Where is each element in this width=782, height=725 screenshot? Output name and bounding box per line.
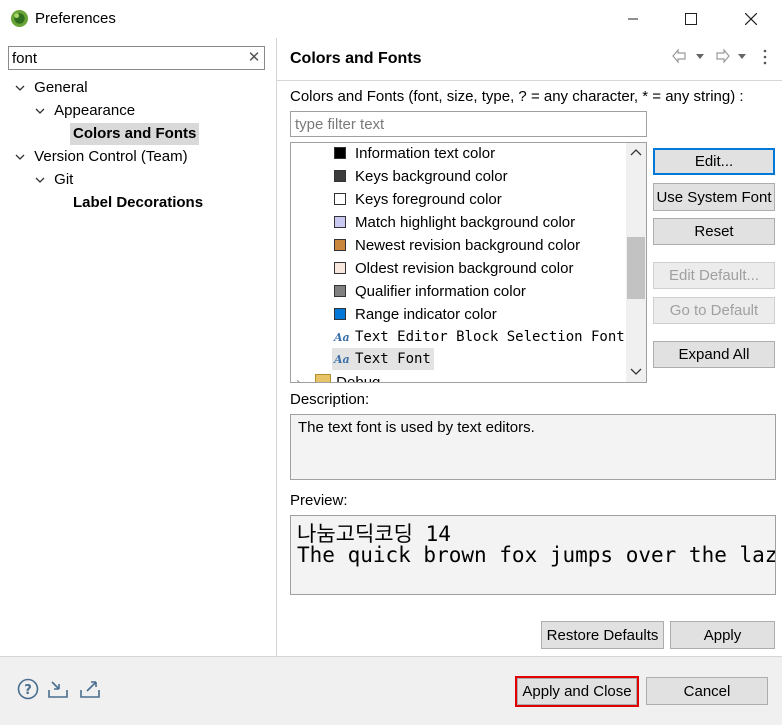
export-icon[interactable] (79, 678, 101, 700)
eclipse-app-icon (10, 9, 29, 28)
color-swatch-icon (334, 193, 346, 205)
chevron-down-icon (15, 85, 25, 91)
restore-defaults-button[interactable]: Restore Defaults (541, 621, 664, 649)
chevron-down-icon (15, 154, 25, 160)
tree-item-label: Git (54, 171, 74, 188)
color-swatch-icon (334, 239, 346, 251)
scroll-down-icon[interactable] (629, 367, 643, 377)
minimize-button[interactable] (610, 4, 656, 34)
description-text: The text font is used by text editors. (298, 419, 535, 436)
forward-menu-chevron-icon[interactable] (736, 50, 748, 62)
go-to-default-button[interactable]: Go to Default (653, 297, 775, 324)
clear-filter-icon[interactable]: ✕ (245, 48, 263, 68)
window-title: Preferences (35, 10, 116, 27)
chevron-down-icon (35, 177, 45, 183)
tree-item-label: Label Decorations (73, 194, 204, 211)
minimize-icon (628, 18, 638, 20)
list-item-label: Text Font (355, 351, 431, 367)
preference-filter-input[interactable] (8, 46, 265, 70)
svg-text:?: ? (24, 683, 32, 698)
edit-button[interactable]: Edit... (653, 148, 775, 175)
list-item-keys-background-color[interactable]: Keys background color (334, 166, 508, 188)
type-filter-placeholder: type filter text (295, 116, 385, 133)
more-options-icon[interactable] (760, 48, 770, 66)
close-window-button[interactable] (728, 4, 774, 34)
description-label: Description: (290, 391, 370, 408)
list-item-label: Keys foreground color (355, 191, 502, 208)
cancel-button[interactable]: Cancel (646, 677, 768, 705)
list-item-block-selection-font[interactable]: Aa Text Editor Block Selection Font (334, 326, 625, 348)
list-item-label: Debug (336, 374, 380, 382)
list-item-label: Range indicator color (355, 306, 497, 323)
tree-item-version-control[interactable]: Version Control (Team) (14, 146, 188, 168)
apply-and-close-highlight (515, 676, 639, 707)
back-menu-chevron-icon[interactable] (694, 50, 706, 62)
tree-item-label: Version Control (Team) (34, 148, 188, 165)
help-icon[interactable]: ? (17, 678, 39, 700)
list-item-label: Match highlight background color (355, 214, 576, 231)
tree-item-appearance[interactable]: Appearance (34, 100, 135, 122)
maximize-icon (685, 13, 697, 25)
forward-arrow-icon[interactable] (714, 48, 730, 64)
apply-button[interactable]: Apply (670, 621, 775, 649)
tree-item-git[interactable]: Git (34, 169, 73, 191)
back-arrow-icon[interactable] (672, 48, 688, 64)
font-icon: Aa (334, 331, 350, 344)
list-item-range-indicator-color[interactable]: Range indicator color (334, 304, 497, 326)
use-system-font-button[interactable]: Use System Font (653, 183, 775, 211)
reset-button[interactable]: Reset (653, 218, 775, 245)
filter-description: Colors and Fonts (font, size, type, ? = … (290, 88, 744, 105)
list-item-match-highlight-color[interactable]: Match highlight background color (334, 212, 575, 234)
maximize-button[interactable] (668, 4, 714, 34)
tree-item-label: Colors and Fonts (73, 125, 197, 142)
color-swatch-icon (334, 147, 346, 159)
list-item-label: Keys background color (355, 168, 508, 185)
list-item-label: Newest revision background color (355, 237, 581, 254)
page-title: Colors and Fonts (290, 50, 422, 67)
color-swatch-icon (334, 216, 346, 228)
preview-line-2: The quick brown fox jumps over the lazy … (297, 543, 775, 567)
folder-icon (315, 374, 332, 382)
list-item-text-font[interactable]: Aa Text Font (332, 348, 434, 370)
list-item-label: Text Editor Block Selection Font (355, 329, 625, 345)
tree-item-general[interactable]: General (14, 77, 88, 99)
list-item-keys-foreground-color[interactable]: Keys foreground color (334, 189, 502, 211)
tree-item-label-decorations[interactable]: Label Decorations (73, 192, 203, 214)
list-item-debug-folder[interactable]: › Debug (296, 372, 616, 382)
color-swatch-icon (334, 262, 346, 274)
preview-label: Preview: (290, 492, 348, 509)
chevron-right-icon: › (296, 374, 301, 382)
list-item-oldest-revision-color[interactable]: Oldest revision background color (334, 258, 573, 280)
list-item-information-text-color[interactable]: Information text color (334, 143, 495, 165)
preference-filter-value: font (12, 50, 38, 67)
close-icon (745, 13, 757, 25)
scrollbar-thumb[interactable] (627, 237, 645, 299)
expand-all-button[interactable]: Expand All (653, 341, 775, 368)
color-swatch-icon (334, 170, 346, 182)
preview-box: 나눔고딕코딩 14 The quick brown fox jumps over… (290, 515, 776, 595)
list-item-label: Oldest revision background color (355, 260, 574, 277)
list-item-label: Information text color (355, 145, 496, 162)
list-item-newest-revision-color[interactable]: Newest revision background color (334, 235, 580, 257)
font-icon: Aa (334, 353, 350, 366)
chevron-down-icon (35, 108, 45, 114)
import-icon[interactable] (47, 678, 69, 700)
color-swatch-icon (334, 308, 346, 320)
tree-item-label: Appearance (54, 102, 136, 119)
tree-item-label: General (34, 79, 88, 96)
title-bar (0, 0, 782, 38)
tree-item-colors-and-fonts[interactable]: Colors and Fonts (70, 123, 200, 145)
list-item-qualifier-information-color[interactable]: Qualifier information color (334, 281, 526, 303)
edit-default-button[interactable]: Edit Default... (653, 262, 775, 289)
scroll-up-icon[interactable] (629, 147, 643, 157)
list-item-label: Qualifier information color (355, 283, 526, 300)
color-swatch-icon (334, 285, 346, 297)
